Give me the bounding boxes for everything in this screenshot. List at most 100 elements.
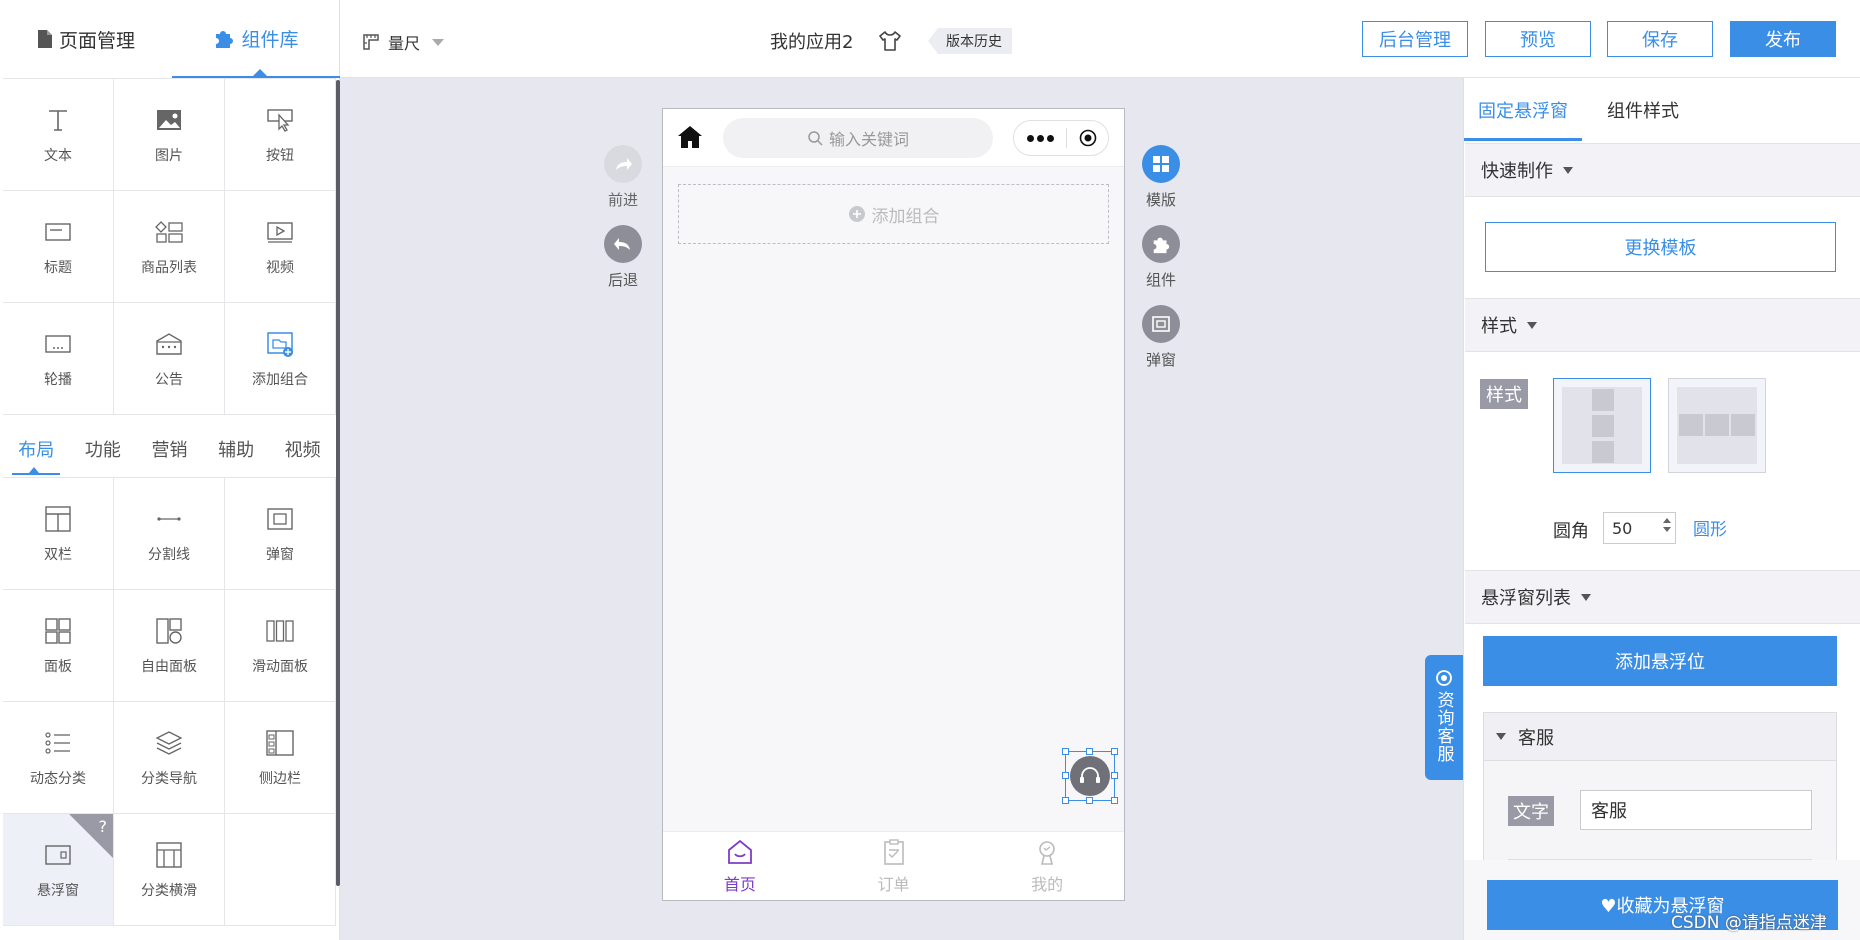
- component-label: 分类横滑: [141, 882, 197, 899]
- tabbar-item-mine[interactable]: 我的: [970, 832, 1124, 900]
- component-dynamic-category[interactable]: 动态分类: [3, 702, 114, 814]
- template-button[interactable]: 模版: [1142, 145, 1180, 210]
- add-float-button[interactable]: 添加悬浮位: [1483, 636, 1837, 686]
- page-icon: [37, 30, 52, 48]
- more-dots-icon[interactable]: [1014, 134, 1066, 142]
- shirt-icon[interactable]: [878, 30, 902, 52]
- consult-service-tab[interactable]: 资询客服: [1425, 655, 1463, 780]
- caret-down-icon: [1527, 321, 1537, 329]
- component-slide-panel[interactable]: 滑动面板: [225, 590, 336, 702]
- component-popup[interactable]: 弹窗: [225, 478, 336, 590]
- phone-preview: 输入关键词 添加组合 首页 订单 我的: [662, 108, 1125, 901]
- component-free-panel[interactable]: 自由面板: [114, 590, 225, 702]
- tabbar-item-order[interactable]: 订单: [817, 832, 971, 900]
- component-notice[interactable]: 公告: [114, 303, 225, 415]
- ruler-dropdown[interactable]: 量尺: [362, 30, 445, 54]
- component-label: 图片: [155, 147, 183, 164]
- layout-components-grid: 双栏 分割线 弹窗 面板 自由面板 滑动面板 动态分类 分类导航 侧边栏 ? 悬…: [3, 478, 336, 926]
- category-tab-video[interactable]: 视频: [285, 436, 321, 462]
- tab-component-library[interactable]: 组件库: [172, 0, 340, 78]
- tab-component-style[interactable]: 组件样式: [1607, 78, 1679, 142]
- component-text[interactable]: 文本: [3, 79, 114, 191]
- float-list-section[interactable]: 悬浮窗列表: [1465, 570, 1860, 624]
- float-item-header[interactable]: 客服: [1484, 713, 1836, 761]
- component-sidebar[interactable]: 侧边栏: [225, 702, 336, 814]
- component-category-slide[interactable]: 分类横滑: [114, 814, 225, 926]
- sidebar-icon: [266, 729, 294, 756]
- change-template-button[interactable]: 更换模板: [1485, 222, 1836, 272]
- forward-label: 前进: [607, 191, 638, 209]
- panel-grid-icon: [45, 617, 71, 644]
- category-tab-layout[interactable]: 布局: [18, 436, 54, 462]
- text-input[interactable]: 客服: [1580, 790, 1812, 830]
- popup-side-label: 弹窗: [1145, 351, 1176, 369]
- popup-icon: [267, 507, 293, 530]
- component-two-column[interactable]: 双栏: [3, 478, 114, 590]
- component-label: 添加组合: [252, 371, 308, 388]
- style-option-horizontal[interactable]: [1668, 378, 1766, 473]
- category-indicator-arrow: [29, 467, 39, 473]
- category-tab-marketing[interactable]: 营销: [151, 436, 187, 462]
- component-panel[interactable]: 面板: [3, 590, 114, 702]
- preview-button[interactable]: 预览: [1485, 21, 1591, 57]
- float-item-title: 客服: [1518, 727, 1554, 749]
- tab-page-management[interactable]: 页面管理: [0, 0, 172, 78]
- section-title: 悬浮窗列表: [1481, 588, 1571, 609]
- caret-down-icon: [1563, 166, 1573, 174]
- float-service-selection[interactable]: [1062, 748, 1118, 804]
- tab-fixed-float[interactable]: 固定悬浮窗: [1478, 78, 1568, 142]
- help-icon[interactable]: ?: [99, 817, 108, 836]
- add-group-dropzone[interactable]: 添加组合: [678, 184, 1109, 244]
- forward-button[interactable]: 前进: [604, 145, 642, 210]
- save-button[interactable]: 保存: [1607, 21, 1713, 57]
- section-title: 快速制作: [1481, 161, 1553, 182]
- component-product-list[interactable]: 商品列表: [114, 191, 225, 303]
- search-placeholder: 输入关键词: [828, 130, 909, 149]
- free-panel-icon: [156, 617, 182, 644]
- admin-button[interactable]: 后台管理: [1362, 21, 1468, 57]
- component-video[interactable]: 视频: [225, 191, 336, 303]
- category-tabs: 布局 功能 营销 辅助 视频: [3, 420, 336, 478]
- stepper-arrows[interactable]: [1663, 518, 1671, 532]
- tabbar-item-home[interactable]: 首页: [663, 832, 817, 900]
- search-input[interactable]: 输入关键词: [723, 118, 993, 158]
- title-icon: [45, 222, 71, 241]
- version-history-button[interactable]: 版本历史: [928, 28, 1012, 54]
- add-group-label: 添加组合: [871, 206, 940, 227]
- home-icon[interactable]: [677, 125, 703, 149]
- video-icon: [267, 221, 293, 243]
- quick-make-section[interactable]: 快速制作: [1465, 143, 1860, 197]
- list-icon: [45, 731, 70, 754]
- component-carousel[interactable]: 轮播: [3, 303, 114, 415]
- component-button[interactable]: 组件: [1142, 225, 1180, 290]
- back-button[interactable]: 后退: [604, 225, 642, 290]
- component-category-nav[interactable]: 分类导航: [114, 702, 225, 814]
- style-chip: 样式: [1480, 379, 1528, 409]
- basic-components-grid: 文本 图片 按钮 标题 商品列表 视频 轮播 公告 添加组合: [3, 78, 336, 415]
- component-label: 按钮: [266, 147, 294, 164]
- tabbar-label: 首页: [723, 875, 756, 894]
- category-tab-auxiliary[interactable]: 辅助: [218, 436, 254, 462]
- component-button[interactable]: 按钮: [225, 79, 336, 191]
- component-divider[interactable]: 分割线: [114, 478, 225, 590]
- component-title[interactable]: 标题: [3, 191, 114, 303]
- circle-link[interactable]: 圆形: [1693, 515, 1727, 540]
- component-label: 动态分类: [30, 770, 86, 787]
- tab-fixed-float-underline: [1464, 138, 1582, 141]
- style-option-vertical[interactable]: [1553, 378, 1651, 473]
- button-click-icon: [267, 108, 293, 132]
- category-tab-function[interactable]: 功能: [85, 436, 121, 462]
- close-target-icon[interactable]: [1067, 129, 1108, 147]
- style-section[interactable]: 样式: [1465, 298, 1860, 352]
- component-float-window[interactable]: ? 悬浮窗: [3, 814, 114, 926]
- watermark: CSDN @请指点迷津: [1671, 913, 1827, 933]
- radius-input[interactable]: 50: [1603, 512, 1676, 544]
- component-add-group[interactable]: 添加组合: [225, 303, 336, 415]
- component-image[interactable]: 图片: [114, 79, 225, 191]
- popup-button[interactable]: 弹窗: [1142, 305, 1180, 370]
- left-scrollbar[interactable]: [336, 80, 340, 886]
- component-label: 商品列表: [141, 259, 197, 276]
- publish-button[interactable]: 发布: [1730, 21, 1836, 57]
- text-icon: [49, 109, 67, 131]
- text-chip: 文字: [1508, 796, 1554, 826]
